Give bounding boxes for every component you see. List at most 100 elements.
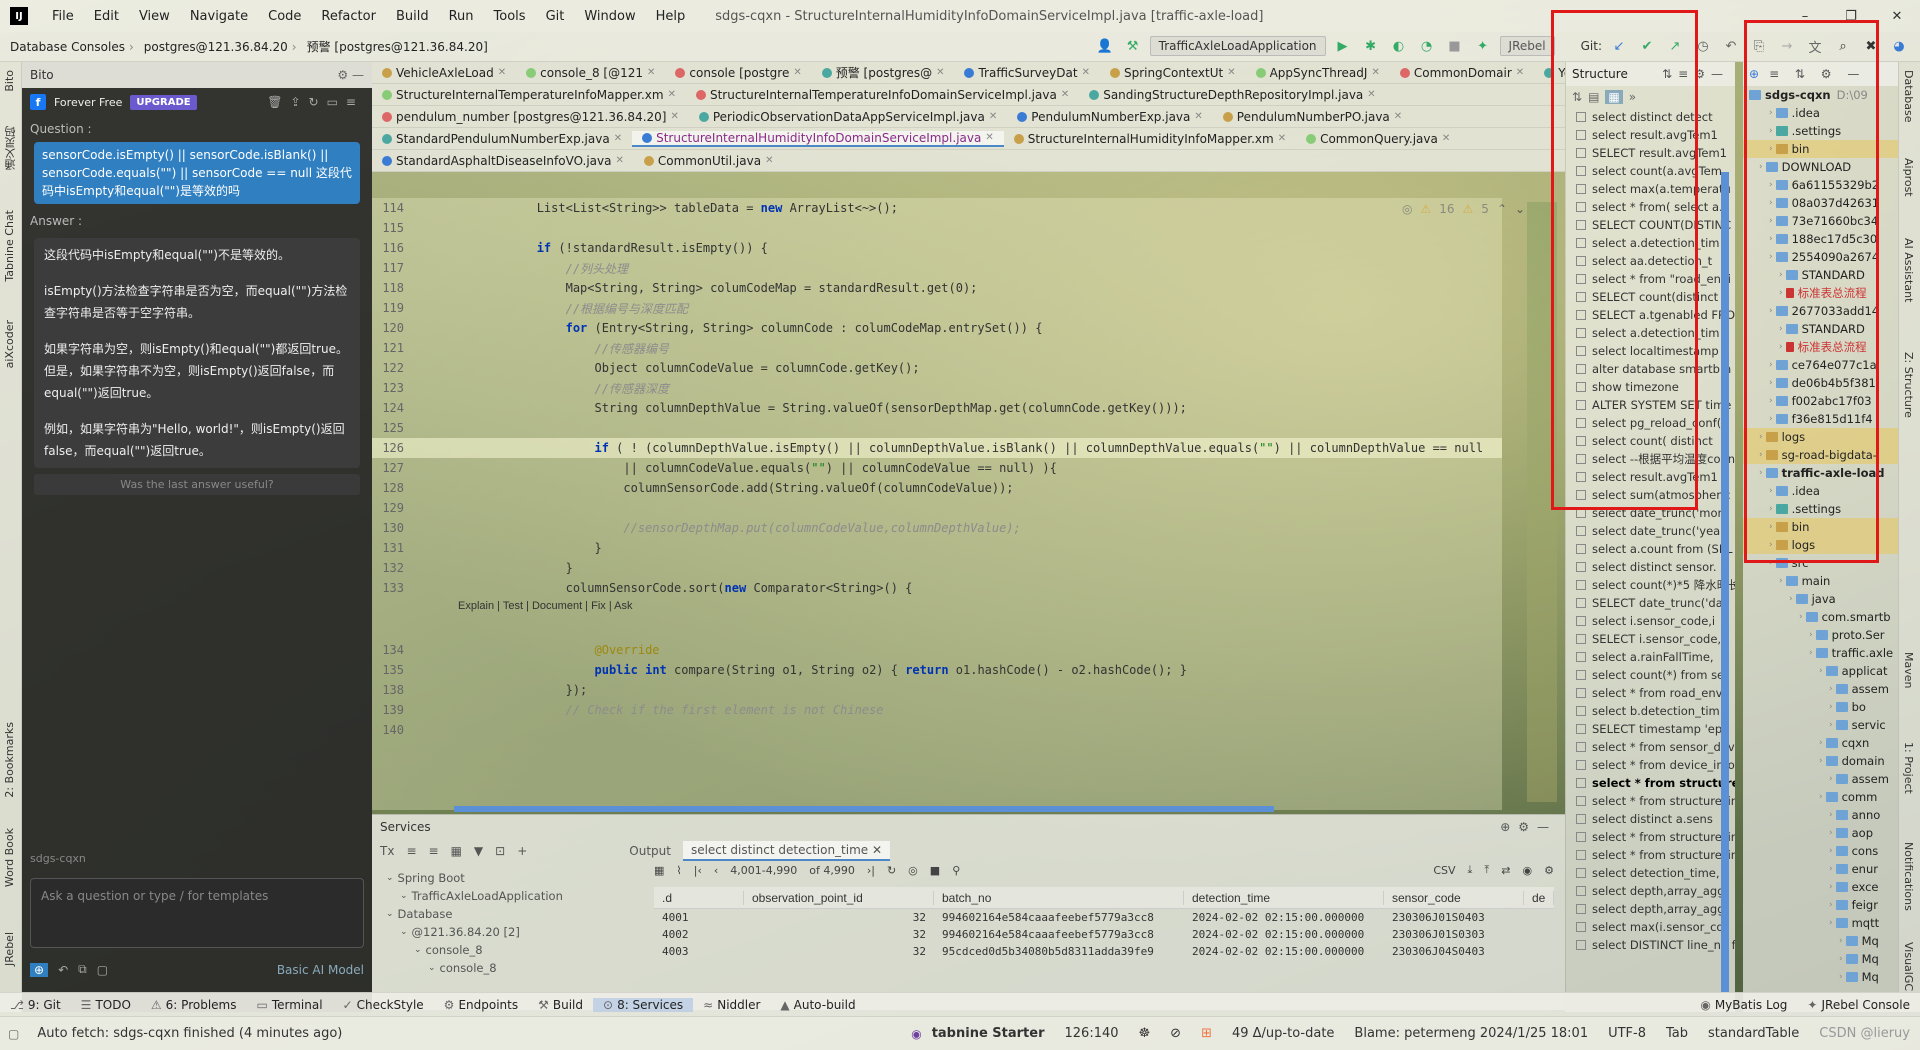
structure-item[interactable]: select max(i.sensor_co — [1566, 918, 1735, 936]
structure-item[interactable]: select * from structure_in — [1566, 792, 1735, 810]
layout-icon[interactable]: ▢ — [0, 1027, 27, 1041]
left-tool-aixcoder[interactable]: aiXcoder — [3, 320, 16, 368]
breadcrumb-console[interactable]: 预警 [postgres@121.36.84.20] — [297, 38, 492, 55]
tool-window-button[interactable]: ✦ JRebel Console — [1797, 998, 1920, 1012]
project-tree-item[interactable]: › main — [1743, 572, 1898, 590]
breadcrumb-datasource[interactable]: postgres@121.36.84.20 — [134, 40, 292, 54]
project-tree-item[interactable]: › com.smartb — [1743, 608, 1898, 626]
copilot-icon[interactable]: ☸ — [1129, 1026, 1161, 1041]
editor-tab[interactable]: PendulumNumberPO.java ✕ — [1213, 110, 1412, 124]
view-icon[interactable]: ◉ — [1523, 864, 1533, 877]
prev-page-icon[interactable]: ‹ — [714, 864, 718, 877]
tool-window-button[interactable]: ◉ MyBatis Log — [1690, 998, 1797, 1012]
close-tab-icon[interactable]: ✕ — [989, 111, 997, 122]
expand-all-icon[interactable]: ≡ — [406, 844, 416, 858]
line-number[interactable]: 131 — [372, 541, 410, 555]
right-tool-visualgc[interactable]: VisualGC — [1902, 942, 1915, 991]
windows-icon[interactable]: ⊞ — [1191, 1026, 1222, 1041]
git-status[interactable]: 49 Δ/up-to-date — [1222, 1026, 1344, 1041]
menu-code[interactable]: Code — [258, 9, 311, 24]
close-tab-icon[interactable]: ✕ — [793, 67, 801, 78]
tool-window-button[interactable]: ⊙ 8: Services — [593, 997, 694, 1012]
menu-build[interactable]: Build — [386, 9, 439, 24]
line-number[interactable]: 124 — [372, 401, 410, 415]
chevron-right-icon[interactable]: › — [1819, 792, 1823, 802]
close-tab-icon[interactable]: ✕ — [985, 132, 993, 143]
grid-cell[interactable]: 230306J01S0303 — [1384, 928, 1524, 941]
structure-item[interactable]: SELECT timestamp 'epo — [1566, 720, 1735, 738]
grid-cell[interactable]: 230306J01S0403 — [1384, 911, 1524, 924]
grid-row[interactable]: 4001 32 994602164e584caaafeebef5779a3cc8 20… — [654, 909, 1554, 926]
bito-actions-icon[interactable]: 🗑⇪↻▭≡ — [267, 95, 364, 109]
project-tree-item[interactable]: › exce — [1743, 878, 1898, 896]
services-tree-node[interactable]: ⌄ Spring Boot — [372, 869, 642, 887]
grid-cell[interactable]: 2024-02-02 02:15:00.000000 — [1184, 928, 1384, 941]
structure-item[interactable]: select depth,array_agg — [1566, 900, 1735, 918]
settings-icon[interactable]: ⚙ — — [337, 68, 364, 82]
structure-item[interactable]: select * from structure_in — [1566, 828, 1735, 846]
editor-tab[interactable]: VehicleAxleLoad ✕ — [372, 66, 516, 80]
compare-icon[interactable]: ⇄ — [1501, 864, 1510, 877]
chevron-down-icon[interactable]: ⌄ — [414, 945, 422, 955]
feedback-prompt[interactable]: Was the last answer useful? — [34, 474, 360, 495]
structure-item[interactable]: select i.sensor_code,i — [1566, 612, 1735, 630]
project-tree-item[interactable]: › feigr — [1743, 896, 1898, 914]
menu-refactor[interactable]: Refactor — [311, 9, 386, 24]
close-tab-icon[interactable]: ✕ — [647, 67, 655, 78]
chevron-right-icon[interactable]: › — [1839, 954, 1843, 964]
structure-item[interactable]: select a.count from (SEL — [1566, 540, 1735, 558]
jrebel-run-icon[interactable]: ✦ — [1472, 35, 1494, 57]
chevron-right-icon[interactable]: › — [1779, 576, 1783, 586]
right-tool-database[interactable]: Database — [1902, 70, 1915, 123]
structure-scrollbar[interactable] — [1721, 172, 1729, 992]
caret-position[interactable]: 126:140 — [1055, 1026, 1129, 1041]
paging-select[interactable]: 4,001-4,990 — [730, 864, 797, 877]
close-tab-icon[interactable]: ✕ — [1371, 67, 1379, 78]
editor-tab[interactable]: StructureInternalHumidityInfoDomainServi… — [632, 130, 1004, 147]
intellij-logo-icon[interactable]: IJ — [10, 7, 28, 25]
close-tab-icon[interactable]: ✕ — [1061, 89, 1069, 100]
chevron-right-icon[interactable]: › — [1829, 918, 1833, 928]
close-tab-icon[interactable]: ✕ — [1516, 67, 1524, 78]
profile-icon[interactable]: ◔ — [1416, 35, 1438, 57]
editor-tab[interactable]: SpringContextUt ✕ — [1100, 66, 1246, 80]
grid-cell[interactable]: 994602164e584caaafeebef5779a3cc8 — [934, 928, 1184, 941]
chevron-right-icon[interactable]: › — [1829, 810, 1833, 820]
ai-assistant-icon[interactable]: ◕ — [1888, 35, 1910, 57]
tabnine-icon[interactable]: ◉ — [911, 1027, 921, 1041]
project-tree-item[interactable]: › cqxn — [1743, 734, 1898, 752]
structure-item[interactable]: select count(*) from ser — [1566, 666, 1735, 684]
tool-window-button[interactable]: ⚙ Endpoints — [434, 998, 528, 1012]
grid-column-header[interactable]: batch_no — [934, 890, 1184, 905]
chevron-right-icon[interactable]: › — [1829, 684, 1833, 694]
screen-icon[interactable]: ⧉ — [78, 962, 87, 977]
project-tree-item[interactable]: › applicat — [1743, 662, 1898, 680]
grid-cell[interactable]: 95cdced0d5b34080b5d8311adda39fe9 — [934, 945, 1184, 958]
line-number[interactable]: 138 — [372, 683, 410, 697]
tool-window-button[interactable]: ⚒ Build — [528, 998, 593, 1012]
chevron-right-icon[interactable]: › — [1789, 594, 1793, 604]
project-tree-item[interactable]: › assem — [1743, 680, 1898, 698]
close-tab-icon[interactable]: ✕ — [670, 111, 678, 122]
line-number[interactable]: 122 — [372, 361, 410, 375]
left-tool-tongyi[interactable]: 通义灵码 — [3, 126, 19, 170]
upgrade-button[interactable]: UPGRADE — [130, 94, 197, 110]
close-tab-icon[interactable]: ✕ — [1278, 133, 1286, 144]
ai-codelens[interactable]: Explain | Test | Document | Fix | Ask — [458, 600, 632, 612]
line-number[interactable]: 134 — [372, 643, 410, 657]
chevron-right-icon[interactable]: › — [1829, 702, 1833, 712]
tool-window-button[interactable]: ⚠ 6: Problems — [141, 998, 247, 1012]
grid-cell[interactable]: 32 — [744, 928, 934, 941]
structure-item[interactable]: select distinct a.sens — [1566, 810, 1735, 828]
editor-tab[interactable]: pendulum_number [postgres@121.36.84.20] ✕ — [372, 110, 689, 124]
services-options-icon[interactable]: ⊕⚙— — [1500, 820, 1557, 834]
line-number[interactable]: 119 — [372, 301, 410, 315]
editor-tab[interactable]: StandardPendulumNumberExp.java ✕ — [372, 132, 632, 146]
structure-item[interactable]: select * from road_envi — [1566, 684, 1735, 702]
line-number[interactable]: 140 — [372, 723, 410, 737]
chevron-right-icon[interactable]: › — [1829, 774, 1833, 784]
filter-icon[interactable]: ▼ — [474, 844, 483, 858]
copy-icon[interactable]: ▢ — [97, 963, 108, 977]
refresh-icon[interactable]: ↻ — [887, 864, 896, 877]
grid-cell[interactable]: 4002 — [654, 928, 744, 941]
